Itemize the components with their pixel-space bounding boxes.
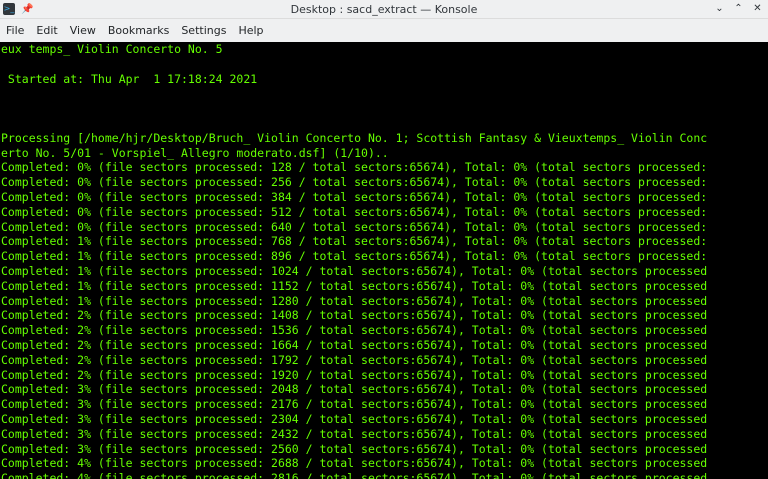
terminal-line: Completed: 0% (file sectors processed: 5… bbox=[1, 204, 708, 219]
menu-view[interactable]: View bbox=[64, 24, 102, 37]
terminal-line: Completed: 0% (file sectors processed: 1… bbox=[1, 160, 708, 175]
terminal-line: Completed: 1% (file sectors processed: 8… bbox=[1, 249, 708, 264]
terminal-line: Completed: 3% (file sectors processed: 2… bbox=[1, 397, 708, 412]
terminal-line: Completed: 2% (file sectors processed: 1… bbox=[1, 352, 708, 367]
terminal-line: Started at: Thu Apr 1 17:18:24 2021 bbox=[1, 71, 258, 86]
terminal-line: eux temps_ Violin Concerto No. 5 bbox=[1, 42, 223, 56]
terminal-output[interactable]: eux temps_ Violin Concerto No. 5 Started… bbox=[0, 42, 768, 479]
window-title: Desktop : sacd_extract — Konsole bbox=[290, 2, 478, 16]
terminal-line: Completed: 4% (file sectors processed: 2… bbox=[1, 456, 708, 471]
terminal-line: Completed: 1% (file sectors processed: 1… bbox=[1, 293, 708, 308]
terminal-line: Processing [/home/hjr/Desktop/Bruch_ Vio… bbox=[1, 130, 708, 145]
terminal-line: Completed: 0% (file sectors processed: 3… bbox=[1, 189, 708, 204]
menu-help[interactable]: Help bbox=[232, 24, 269, 37]
terminal-line: Completed: 3% (file sectors processed: 2… bbox=[1, 382, 708, 397]
terminal-line: Completed: 3% (file sectors processed: 2… bbox=[1, 426, 708, 441]
chevron-down-icon[interactable]: ⌄ bbox=[713, 2, 726, 15]
menu-edit[interactable]: Edit bbox=[30, 24, 63, 37]
terminal-line: erto No. 5/01 - Vorspiel_ Allegro modera… bbox=[1, 145, 389, 160]
terminal-line: Completed: 1% (file sectors processed: 7… bbox=[1, 234, 708, 249]
terminal-line: Completed: 4% (file sectors processed: 2… bbox=[1, 471, 708, 479]
terminal-line: Completed: 0% (file sectors processed: 6… bbox=[1, 219, 708, 234]
terminal-line: Completed: 2% (file sectors processed: 1… bbox=[1, 308, 708, 323]
menu-settings[interactable]: Settings bbox=[175, 24, 232, 37]
menu-bookmarks[interactable]: Bookmarks bbox=[102, 24, 175, 37]
terminal-line: Completed: 2% (file sectors processed: 1… bbox=[1, 323, 708, 338]
menubar: File Edit View Bookmarks Settings Help bbox=[0, 19, 768, 43]
close-icon[interactable]: ✕ bbox=[751, 2, 764, 15]
terminal-line: Completed: 2% (file sectors processed: 1… bbox=[1, 367, 708, 382]
terminal-line: Completed: 1% (file sectors processed: 1… bbox=[1, 278, 708, 293]
menu-file[interactable]: File bbox=[0, 24, 30, 37]
terminal-line: Completed: 1% (file sectors processed: 1… bbox=[1, 263, 708, 278]
terminal-line: Completed: 0% (file sectors processed: 2… bbox=[1, 175, 708, 190]
terminal-line: Completed: 3% (file sectors processed: 2… bbox=[1, 411, 708, 426]
minimize-icon[interactable]: ⌃ bbox=[732, 2, 745, 15]
window-titlebar[interactable]: >_ 📌 Desktop : sacd_extract — Konsole ⌄ … bbox=[0, 0, 768, 19]
window-controls: ⌄ ⌃ ✕ bbox=[713, 2, 764, 15]
terminal-line: Completed: 2% (file sectors processed: 1… bbox=[1, 337, 708, 352]
terminal-line: Completed: 3% (file sectors processed: 2… bbox=[1, 441, 708, 456]
